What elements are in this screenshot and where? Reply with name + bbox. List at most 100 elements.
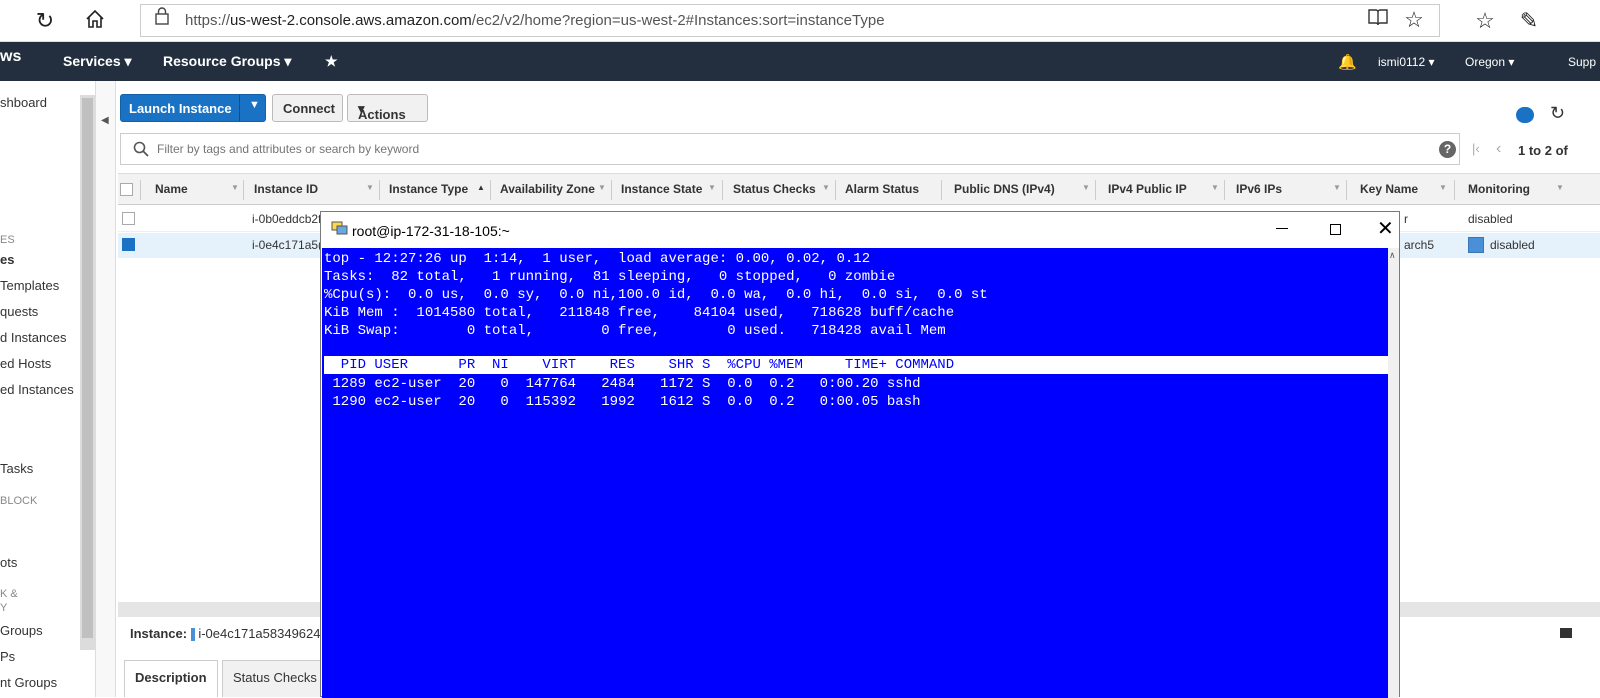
row-checkbox-checked[interactable]	[122, 238, 135, 251]
sidebar-item-elastic-ips[interactable]: Ps	[0, 649, 15, 664]
services-menu[interactable]: Services ▾	[63, 53, 132, 70]
support-menu[interactable]: Supp	[1568, 55, 1596, 69]
top-tasks-line: Tasks: 82 total, 1 running, 81 sleeping,…	[324, 269, 896, 285]
favorites-hub-icon[interactable]: ☆	[1472, 8, 1498, 34]
chevron-down-icon[interactable]: ▼	[249, 99, 260, 111]
favorite-star-icon[interactable]: ☆	[1401, 7, 1427, 33]
reading-view-icon[interactable]	[1365, 7, 1391, 33]
sidebar-collapse-toggle[interactable]: ◀	[96, 81, 116, 697]
sort-caret-icon: ▼	[231, 183, 239, 192]
browser-toolbar: ↻ https://us-west-2.console.aws.amazon.c…	[0, 0, 1600, 42]
resource-groups-menu[interactable]: Resource Groups ▾	[163, 53, 291, 70]
refresh-icon[interactable]: ↻	[32, 8, 58, 34]
prev-page-icon[interactable]: ‹	[1496, 140, 1501, 158]
selected-instance-label: Instance: i-0e4c171a583496240	[130, 626, 328, 642]
col-monitoring[interactable]: Monitoring	[1468, 182, 1530, 196]
sidebar-scrollbar-thumb[interactable]	[82, 98, 93, 638]
region-menu[interactable]: Oregon ▾	[1465, 55, 1514, 69]
pin-icon[interactable]: ★	[325, 53, 338, 70]
terminal-title: root@ip-172-31-18-105:~	[352, 223, 510, 239]
col-status-checks[interactable]: Status Checks	[733, 182, 816, 196]
row-checkbox[interactable]	[122, 212, 135, 225]
process-table-header: PID USER PR NI VIRT RES SHR S %CPU %MEM …	[324, 356, 1388, 374]
sidebar-item-placement-groups[interactable]: nt Groups	[0, 675, 57, 690]
sidebar-item-dedicated-hosts[interactable]: ed Hosts	[0, 356, 51, 371]
sort-caret-icon: ▼	[708, 183, 716, 192]
process-row: 1289 ec2-user 20 0 147764 2484 1172 S 0.…	[324, 376, 921, 392]
col-availability-zone[interactable]: Availability Zone	[500, 182, 595, 196]
account-menu[interactable]: ismi0112 ▾	[1378, 55, 1435, 69]
sidebar-item-spot-requests[interactable]: quests	[0, 304, 38, 319]
terminal-scrollbar[interactable]: ∧	[1388, 248, 1399, 698]
tab-description[interactable]: Description	[124, 660, 218, 697]
refresh-icon[interactable]: ↻	[1550, 103, 1565, 124]
bell-icon[interactable]: 🔔	[1338, 53, 1357, 71]
sidebar-item-security-groups[interactable]: Groups	[0, 623, 43, 638]
sort-caret-icon: ▼	[598, 183, 606, 192]
col-name[interactable]: Name	[155, 182, 188, 196]
url-text: https://us-west-2.console.aws.amazon.com…	[185, 12, 885, 29]
sort-caret-icon: ▼	[1082, 183, 1090, 192]
tab-status-checks[interactable]: Status Checks	[222, 660, 322, 697]
help-icon[interactable]: ?	[1439, 141, 1456, 158]
col-key-name[interactable]: Key Name	[1360, 182, 1418, 196]
sidebar-heading-elastic-block-store: BLOCK	[0, 495, 38, 507]
col-alarm-status[interactable]: Alarm Status	[845, 182, 919, 196]
chevron-up-icon[interactable]: ∧	[1389, 250, 1396, 261]
sort-caret-icon: ▼	[1333, 183, 1341, 192]
process-row: 1290 ec2-user 20 0 115392 1992 1612 S 0.…	[324, 394, 921, 410]
address-bar[interactable]: https://us-west-2.console.aws.amazon.com…	[140, 4, 1440, 37]
row-instance-id: i-0b0eddcb2f	[252, 212, 322, 226]
terminal-output[interactable]: top - 12:27:26 up 1:14, 1 user, load ave…	[322, 248, 1388, 698]
filter-input[interactable]	[157, 142, 1157, 156]
search-icon	[133, 141, 149, 160]
first-page-icon[interactable]: |‹	[1472, 141, 1480, 156]
panel-resize-icon[interactable]	[1560, 628, 1572, 638]
sidebar-item-instances[interactable]: es	[0, 252, 14, 267]
col-instance-type[interactable]: Instance Type	[389, 182, 468, 196]
row-monitoring: disabled	[1490, 238, 1535, 252]
top-summary-line: top - 12:27:26 up 1:14, 1 user, load ave…	[324, 251, 871, 267]
sort-caret-icon: ▼	[822, 183, 830, 192]
aws-logo[interactable]: ws	[0, 48, 21, 66]
terminal-titlebar[interactable]: root@ip-172-31-18-105:~ ✕	[321, 212, 1399, 247]
sidebar-item-bundle-tasks[interactable]: Tasks	[0, 461, 33, 476]
instances-table-header: Name ▼ Instance ID ▼ Instance Type ▲ Ava…	[118, 173, 1600, 205]
connect-label: Connect	[283, 101, 335, 116]
sidebar-item-scheduled-instances[interactable]: ed Instances	[0, 382, 74, 397]
web-note-pen-icon[interactable]: ✎	[1516, 8, 1542, 34]
col-ipv4-public-ip[interactable]: IPv4 Public IP	[1108, 182, 1187, 196]
split-divider	[239, 95, 240, 121]
ec2-sidebar: shboard ES es Templates quests d Instanc…	[0, 81, 96, 697]
col-ipv6-ips[interactable]: IPv6 IPs	[1236, 182, 1282, 196]
sort-caret-icon: ▼	[1439, 183, 1447, 192]
sidebar-heading-instances: ES	[0, 234, 15, 246]
maximize-icon[interactable]	[1330, 224, 1341, 235]
sort-caret-icon: ▼	[1556, 183, 1564, 192]
actions-label: Actions ▾	[358, 101, 406, 122]
putty-terminal-window[interactable]: root@ip-172-31-18-105:~ ✕ top - 12:27:26…	[320, 211, 1400, 698]
sidebar-item-snapshots[interactable]: ots	[0, 555, 17, 570]
sidebar-heading-network-security: K &	[0, 588, 18, 600]
connect-button[interactable]: Connect	[272, 94, 343, 122]
filter-bar: ?	[120, 133, 1460, 165]
col-public-dns[interactable]: Public DNS (IPv4)	[954, 182, 1055, 196]
feedback-chat-icon[interactable]	[1516, 107, 1534, 123]
col-instance-id[interactable]: Instance ID	[254, 182, 318, 196]
sidebar-item-reserved-instances[interactable]: d Instances	[0, 330, 67, 345]
col-instance-state[interactable]: Instance State	[621, 182, 702, 196]
launch-instance-button[interactable]: Launch Instance ▼	[120, 94, 266, 122]
row-key-name: arch5	[1404, 238, 1435, 252]
row-monitoring: disabled	[1468, 212, 1513, 226]
sort-asc-icon: ▲	[477, 183, 485, 192]
top-mem-line: KiB Mem : 1014580 total, 211848 free, 84…	[324, 305, 955, 321]
actions-button[interactable]: Actions ▾	[347, 94, 428, 122]
sidebar-item-dashboard[interactable]: shboard	[0, 95, 47, 110]
close-icon[interactable]: ✕	[1377, 219, 1394, 239]
select-all-checkbox[interactable]	[120, 183, 133, 196]
minimize-icon[interactable]	[1276, 228, 1288, 229]
home-icon[interactable]	[82, 8, 108, 34]
row-instance-id: i-0e4c171a5(	[252, 238, 323, 252]
sidebar-item-launch-templates[interactable]: Templates	[0, 278, 59, 293]
chevron-left-icon: ◀	[101, 115, 109, 126]
